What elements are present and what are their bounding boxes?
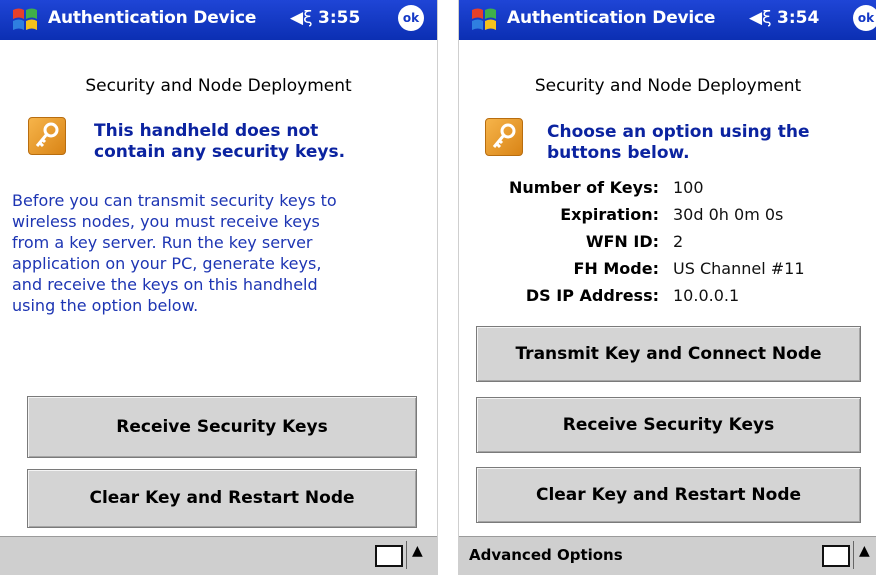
info-value: US Channel #11 xyxy=(673,259,805,278)
menu-separator xyxy=(853,541,854,569)
status-message-line: buttons below. xyxy=(547,143,690,163)
clock[interactable]: 3:55 xyxy=(318,8,360,28)
info-label: Expiration: xyxy=(560,205,659,224)
speaker-icon[interactable]: ◀ξ xyxy=(749,8,772,28)
input-menu-arrow-icon[interactable]: ▲ xyxy=(412,543,423,559)
info-label: WFN ID: xyxy=(585,232,659,251)
menu-bar: Advanced Options ▲ xyxy=(459,536,876,575)
page-heading: Security and Node Deployment xyxy=(534,76,802,96)
receive-security-keys-button[interactable]: Receive Security Keys xyxy=(27,396,417,458)
windows-start-icon[interactable] xyxy=(469,7,499,33)
info-value: 10.0.0.1 xyxy=(673,286,740,305)
info-value: 2 xyxy=(673,232,684,251)
status-message: This handheld does not contain any secur… xyxy=(94,121,345,163)
clock[interactable]: 3:54 xyxy=(777,8,819,28)
title-bar: Authentication Device ◀ξ 3:55 ok xyxy=(0,0,437,40)
status-message-line: contain any security keys. xyxy=(94,142,346,162)
screen-keys-loaded: Authentication Device ◀ξ 3:54 ok Securit… xyxy=(458,0,876,575)
info-value: 30d 0h 0m 0s xyxy=(673,205,784,224)
app-title: Authentication Device xyxy=(48,8,257,28)
instructions-line: and receive the keys on this handheld xyxy=(12,275,318,294)
transmit-key-connect-node-button[interactable]: Transmit Key and Connect Node xyxy=(476,326,861,382)
title-bar: Authentication Device ◀ξ 3:54 ok xyxy=(459,0,876,40)
clear-key-restart-node-button[interactable]: Clear Key and Restart Node xyxy=(27,469,417,528)
page-heading: Security and Node Deployment xyxy=(85,76,352,96)
ok-button[interactable]: ok xyxy=(398,5,424,31)
advanced-options-menu[interactable]: Advanced Options xyxy=(469,546,623,564)
keyboard-icon[interactable] xyxy=(822,545,850,567)
screen-no-keys: Authentication Device ◀ξ 3:55 ok Securit… xyxy=(0,0,438,575)
receive-security-keys-button[interactable]: Receive Security Keys xyxy=(476,397,861,453)
info-label: DS IP Address: xyxy=(525,286,659,305)
status-message: Choose an option using the buttons below… xyxy=(547,122,810,164)
instructions-line: application on your PC, generate keys, xyxy=(12,254,322,273)
status-message-line: Choose an option using the xyxy=(547,122,810,142)
keyboard-icon[interactable] xyxy=(375,545,403,567)
instructions-line: wireless nodes, you must receive keys xyxy=(12,212,320,231)
app-title: Authentication Device xyxy=(507,8,716,28)
speaker-icon[interactable]: ◀ξ xyxy=(290,8,313,28)
info-label: Number of Keys: xyxy=(508,178,659,197)
status-message-line: This handheld does not xyxy=(94,121,319,141)
input-menu-arrow-icon[interactable]: ▲ xyxy=(859,543,870,559)
clear-key-restart-node-button[interactable]: Clear Key and Restart Node xyxy=(476,467,861,523)
menu-separator xyxy=(406,541,407,569)
key-icon xyxy=(28,117,66,155)
ok-button[interactable]: ok xyxy=(853,5,876,31)
info-value: 100 xyxy=(673,178,704,197)
instructions-text: Before you can transmit security keys to… xyxy=(12,190,337,316)
instructions-line: Before you can transmit security keys to xyxy=(12,191,337,210)
windows-start-icon[interactable] xyxy=(10,7,40,33)
instructions-line: using the option below. xyxy=(12,296,199,315)
menu-bar: ▲ xyxy=(0,536,437,575)
instructions-line: from a key server. Run the key server xyxy=(12,233,313,252)
info-label: FH Mode: xyxy=(573,259,659,278)
key-icon xyxy=(485,118,523,156)
